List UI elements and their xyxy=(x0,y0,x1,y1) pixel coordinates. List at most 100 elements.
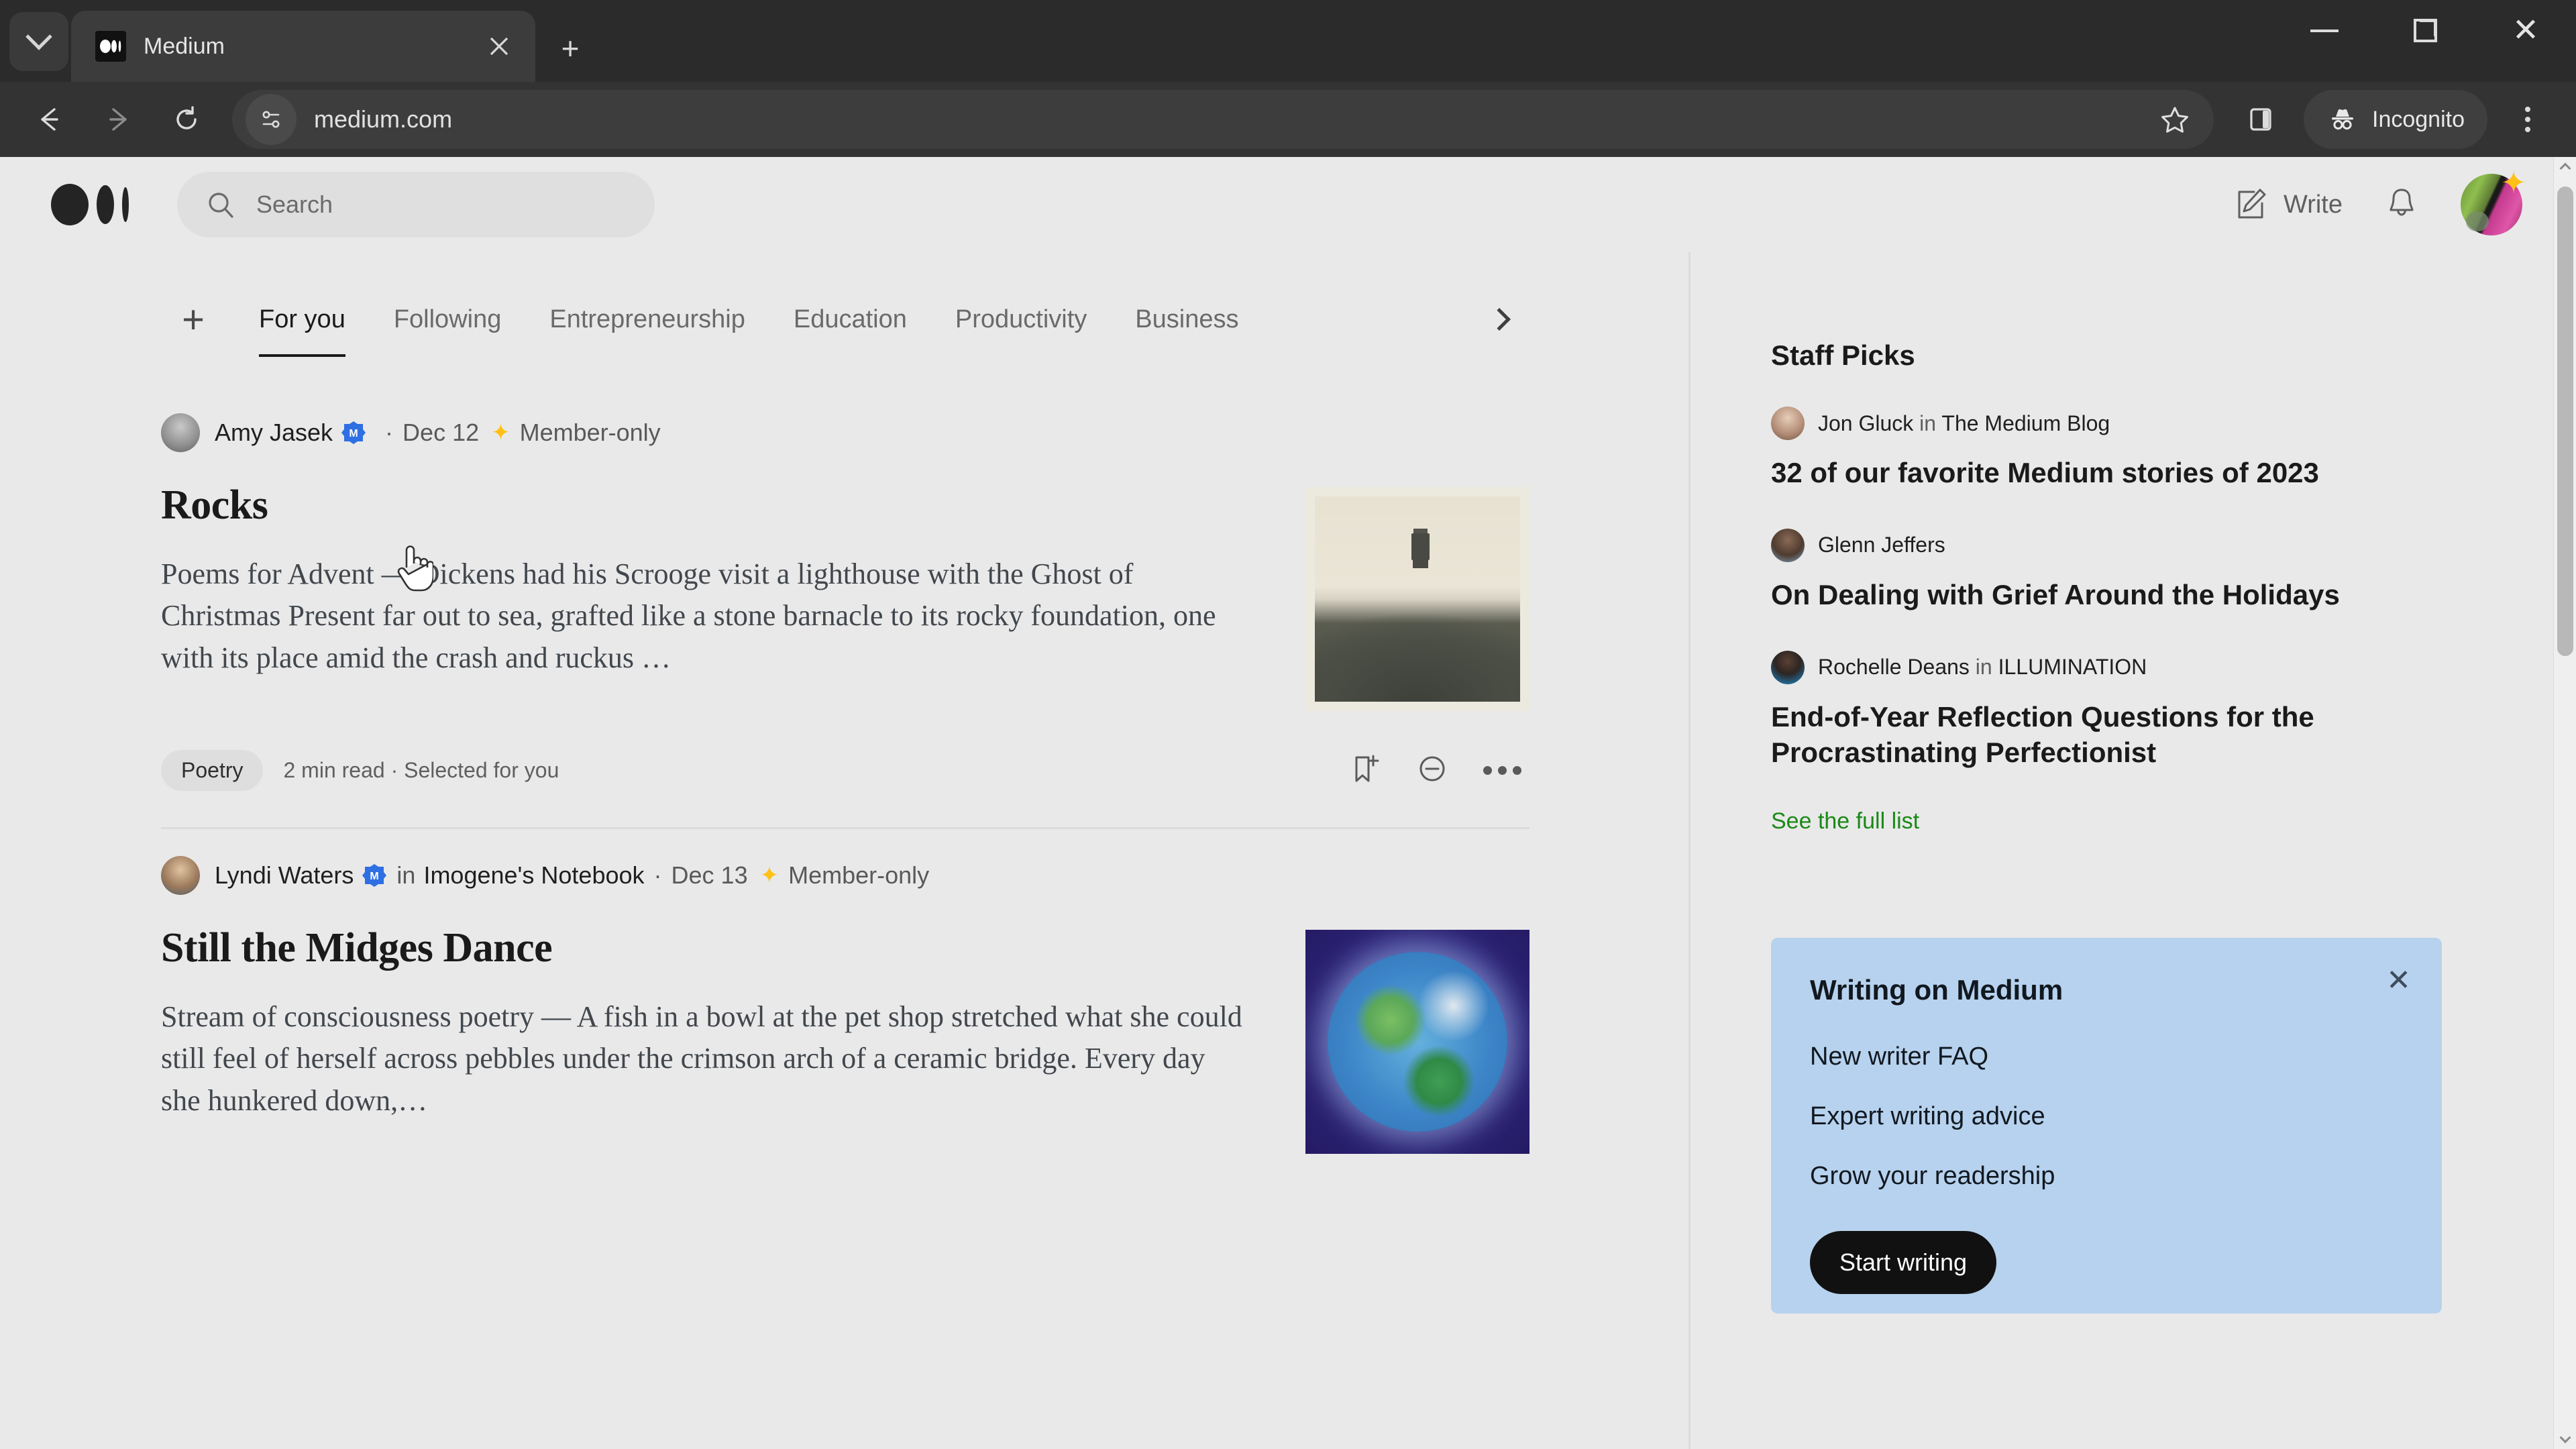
write-button[interactable]: Write xyxy=(2233,186,2343,223)
add-topic-button[interactable]: + xyxy=(161,287,225,352)
article-title[interactable]: Rocks xyxy=(161,482,1245,529)
reload-button[interactable] xyxy=(154,87,219,152)
star-badge-icon: ✦ xyxy=(2498,167,2529,198)
promo-link-expert-writing-advice[interactable]: Expert writing advice xyxy=(1810,1102,2403,1131)
feed-column: + For you Following Entrepreneurship Edu… xyxy=(0,252,1690,1449)
browser-menu-button[interactable] xyxy=(2497,89,2559,150)
tab-education[interactable]: Education xyxy=(769,282,931,357)
see-full-list-link[interactable]: See the full list xyxy=(1771,808,2442,835)
medium-page: Search Write xyxy=(0,157,2553,1449)
close-icon[interactable]: ✕ xyxy=(2386,966,2411,996)
bell-icon xyxy=(2383,184,2420,222)
medium-logo-icon[interactable] xyxy=(51,184,129,225)
pick-title[interactable]: 32 of our favorite Medium stories of 202… xyxy=(1771,455,2442,491)
bookmark-plus-icon[interactable] xyxy=(1349,753,1381,788)
close-icon[interactable] xyxy=(480,28,518,65)
medium-member-badge-icon: M xyxy=(341,420,366,445)
article-title[interactable]: Still the Midges Dance xyxy=(161,924,1245,972)
browser-window: Medium + ✕ xyxy=(0,0,2576,1449)
profile-label: Incognito xyxy=(2372,107,2465,133)
side-panel-button[interactable] xyxy=(2230,89,2292,150)
tab-title: Medium xyxy=(144,34,463,60)
bookmark-button[interactable] xyxy=(2147,91,2203,148)
article-card[interactable]: Lyndi Waters M in Im xyxy=(161,829,1529,1154)
incognito-icon xyxy=(2326,103,2359,136)
member-star-icon: ✦ xyxy=(491,419,511,446)
staff-pick-item[interactable]: Rochelle Deans in ILLUMINATION End-of-Ye… xyxy=(1771,651,2442,771)
pick-author-name[interactable]: Glenn Jeffers xyxy=(1818,533,1945,557)
chevron-right-icon xyxy=(1488,308,1511,331)
watercolor-earth-thumbnail[interactable] xyxy=(1305,930,1529,1154)
minimize-button[interactable] xyxy=(2274,0,2375,62)
maximize-button[interactable] xyxy=(2375,0,2475,62)
author-avatar[interactable] xyxy=(161,856,200,895)
tune-icon[interactable] xyxy=(246,94,297,145)
medium-member-badge-icon: M xyxy=(362,863,387,888)
author-name[interactable]: Lyndi Waters xyxy=(215,861,354,890)
tab-following[interactable]: Following xyxy=(370,282,526,357)
browser-tab[interactable]: Medium xyxy=(71,11,535,82)
scrollbar-thumb[interactable] xyxy=(2557,186,2573,656)
close-window-button[interactable]: ✕ xyxy=(2475,0,2576,62)
tabs-fade xyxy=(1418,272,1465,347)
chevron-up-icon xyxy=(2560,163,2571,174)
meta-separator: · xyxy=(391,758,398,782)
staff-pick-item[interactable]: Jon Gluck in The Medium Blog 32 of our f… xyxy=(1771,407,2442,491)
side-panel-icon xyxy=(2245,104,2276,135)
promo-link-grow-your-readership[interactable]: Grow your readership xyxy=(1810,1162,2403,1191)
article-footer: Poetry 2 min read · Selected for you xyxy=(161,750,1529,791)
close-icon: ✕ xyxy=(2512,15,2539,47)
scroll-up-button[interactable] xyxy=(2554,157,2576,180)
pick-author-avatar xyxy=(1771,407,1805,440)
pick-title[interactable]: On Dealing with Grief Around the Holiday… xyxy=(1771,577,2442,613)
tab-entrepreneurship[interactable]: Entrepreneurship xyxy=(525,282,769,357)
tab-search-button[interactable] xyxy=(9,12,68,71)
search-icon xyxy=(205,189,236,220)
tab-business[interactable]: Business xyxy=(1111,282,1263,357)
pick-author-name[interactable]: Jon Gluck xyxy=(1818,411,1913,435)
pick-publication[interactable]: The Medium Blog xyxy=(1941,411,2110,435)
kebab-menu-icon xyxy=(2525,107,2530,112)
scroll-down-button[interactable] xyxy=(2554,1426,2576,1449)
page-content: + For you Following Entrepreneurship Edu… xyxy=(0,252,2553,1449)
start-writing-button[interactable]: Start writing xyxy=(1810,1231,1996,1294)
minus-circle-icon[interactable] xyxy=(1416,753,1448,788)
pick-author-avatar xyxy=(1771,651,1805,684)
back-arrow-icon xyxy=(34,104,65,135)
back-button[interactable] xyxy=(17,87,82,152)
svg-text:M: M xyxy=(370,871,379,882)
tab-productivity[interactable]: Productivity xyxy=(931,282,1111,357)
publish-date: Dec 12 xyxy=(402,419,479,447)
in-label: in xyxy=(1919,411,1936,435)
publication-name[interactable]: Imogene's Notebook xyxy=(423,861,644,890)
forward-button[interactable] xyxy=(86,87,150,152)
new-tab-button[interactable]: + xyxy=(551,30,589,67)
pick-publication[interactable]: ILLUMINATION xyxy=(1998,655,2147,679)
search-input[interactable]: Search xyxy=(177,172,655,237)
pick-title[interactable]: End-of-Year Reflection Questions for the… xyxy=(1771,699,2442,771)
article-byline: Lyndi Waters M in Im xyxy=(161,856,1529,895)
pick-author-name[interactable]: Rochelle Deans xyxy=(1818,655,1970,679)
topic-tag[interactable]: Poetry xyxy=(161,750,263,791)
incognito-profile-chip[interactable]: Incognito xyxy=(2304,90,2487,149)
site-header: Search Write xyxy=(0,157,2553,252)
member-only-label: Member-only xyxy=(788,861,929,890)
promo-heading: Writing on Medium xyxy=(1810,974,2403,1006)
tabs-next-button[interactable] xyxy=(1469,289,1529,350)
promo-link-new-writer-faq[interactable]: New writer FAQ xyxy=(1810,1042,2403,1071)
author-avatar[interactable] xyxy=(161,413,200,452)
lighthouse-photo-thumbnail[interactable] xyxy=(1305,487,1529,711)
notifications-button[interactable] xyxy=(2383,184,2420,225)
staff-pick-item[interactable]: Glenn Jeffers On Dealing with Grief Arou… xyxy=(1771,529,2442,613)
medium-logo-icon xyxy=(95,31,126,62)
author-name[interactable]: Amy Jasek xyxy=(215,419,333,447)
minimize-icon xyxy=(2310,30,2339,32)
ellipsis-icon[interactable] xyxy=(1483,766,1521,775)
forward-arrow-icon xyxy=(103,104,133,135)
tab-for-you[interactable]: For you xyxy=(235,282,370,357)
avatar[interactable]: ✦ xyxy=(2461,174,2522,235)
reload-icon xyxy=(171,104,202,135)
page-scrollbar[interactable] xyxy=(2553,157,2576,1449)
address-bar[interactable]: medium.com xyxy=(232,90,2214,149)
article-card[interactable]: Amy Jasek M · Dec 12 xyxy=(161,386,1529,829)
